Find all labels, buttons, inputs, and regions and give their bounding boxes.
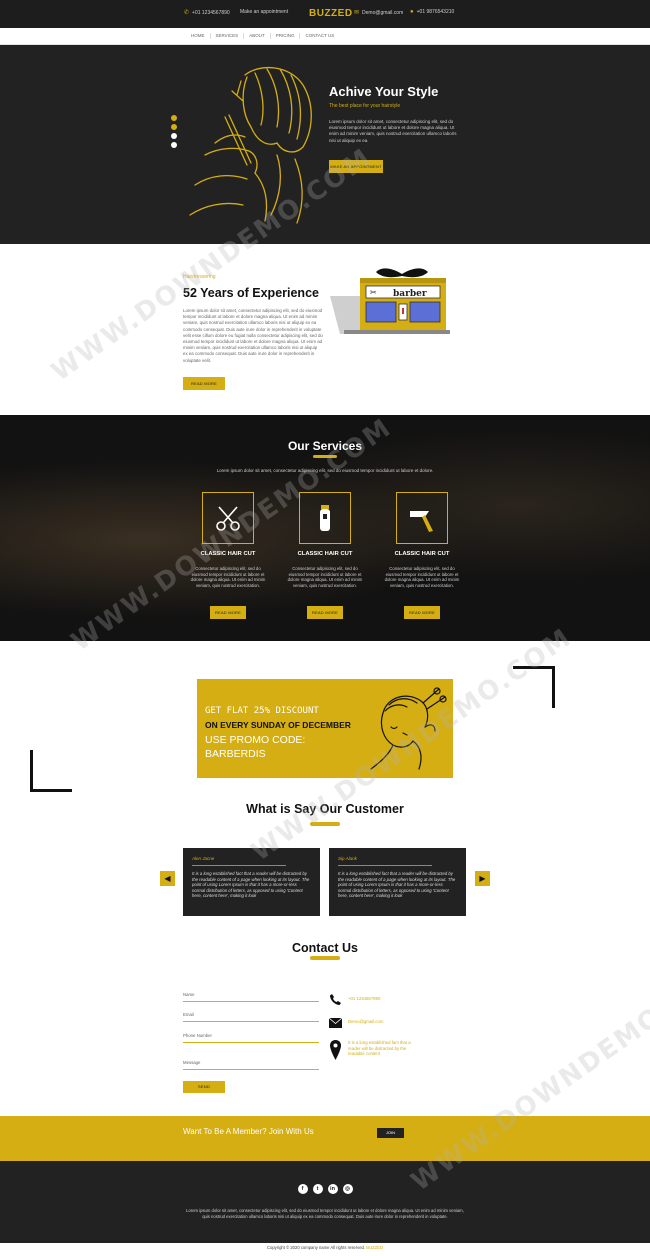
service-read-more-button[interactable]: READ MORE xyxy=(307,606,343,620)
topbar-email[interactable]: ✉ Demo@gmail.com xyxy=(354,9,403,17)
service-title: CLASSIC HAIR CUT xyxy=(394,551,450,557)
mail-icon: ✉ xyxy=(354,10,360,16)
hero-title: Achive Your Style xyxy=(329,84,439,99)
service-read-more-button[interactable]: READ MORE xyxy=(210,606,246,620)
divider xyxy=(192,865,286,866)
promo-line-3: USE PROMO CODE: xyxy=(205,734,306,746)
join-button[interactable]: JOIN xyxy=(377,1128,404,1138)
service-text: Consectetur adipiscing elit, sed do eius… xyxy=(287,566,363,588)
hero-text: Lorem ipsum dolor sit amet, consectetur … xyxy=(329,119,457,143)
topbar-phone[interactable]: ✆ +01 1234567890 xyxy=(184,9,230,17)
read-more-button[interactable]: READ MORE xyxy=(183,377,225,390)
customer-quote: It is a long established fact that a rea… xyxy=(338,871,456,899)
nav-services[interactable]: SERVICES xyxy=(211,33,245,39)
services-section: Our Services Lorem ipsum dolor sit amet,… xyxy=(0,415,650,641)
trimmer-icon xyxy=(320,505,330,531)
send-button[interactable]: Send xyxy=(183,1081,225,1093)
service-icon-box xyxy=(396,492,448,544)
copyright: Copyright © 2020 company name All rights… xyxy=(267,1245,383,1250)
experience-text: Lorem ipsum dolor sit amet, consectetur … xyxy=(183,308,323,363)
nav-home[interactable]: HOME xyxy=(186,33,211,39)
hero-subtitle: The best place for your hairstyle xyxy=(329,103,401,109)
divider xyxy=(338,865,432,866)
twitter-icon[interactable]: t xyxy=(312,1184,323,1194)
email-field[interactable]: Email xyxy=(183,1012,319,1022)
barber-shop-illustration: barber ✂ xyxy=(330,268,450,334)
slider-dots xyxy=(171,115,177,148)
promo-code: BARBERDIS xyxy=(205,748,266,760)
contact-address: It is a long established fact that a rea… xyxy=(328,1039,414,1061)
mail-icon xyxy=(328,1016,342,1030)
slider-dot[interactable] xyxy=(171,115,177,121)
corner-decoration xyxy=(30,750,72,792)
service-card: CLASSIC HAIR CUT Consectetur adipiscing … xyxy=(377,492,467,620)
facebook-icon[interactable]: f xyxy=(297,1184,308,1194)
location-pin-icon xyxy=(328,1039,342,1061)
promo-line-1: GET FLAT 25% DISCOUNT xyxy=(205,706,319,716)
phone-field[interactable]: Phone Number xyxy=(183,1033,319,1043)
hero-section: Achive Your Style The best place for you… xyxy=(0,45,650,244)
promo-line-2: ON EVERY SUNDAY OF DECEMBER xyxy=(205,720,351,730)
testimonial-card: Alen Jacne It is a long established fact… xyxy=(183,848,320,916)
contact-title: Contact Us xyxy=(292,941,358,955)
customer-quote: It is a long established fact that a rea… xyxy=(192,871,310,899)
phone-icon xyxy=(328,992,342,1006)
copyright-brand[interactable]: BUZZED xyxy=(366,1245,383,1250)
name-field[interactable]: Name xyxy=(183,992,319,1002)
service-title: CLASSIC HAIR CUT xyxy=(297,551,353,557)
contact-phone: +01 1234567890 xyxy=(328,992,414,1006)
title-underline xyxy=(310,956,340,960)
nav-pricing[interactable]: PRICING xyxy=(271,33,301,39)
razor-icon xyxy=(410,511,433,532)
phone-icon: ✆ xyxy=(184,10,190,16)
customer-name: Sip Alank xyxy=(338,856,357,861)
social-links: f t in ◎ xyxy=(0,1184,650,1194)
membership-text: Want To Be A Member? Join With Us xyxy=(183,1127,314,1136)
contact-email: Demo@gmail.com xyxy=(328,1016,414,1030)
nav-about[interactable]: ABOUT xyxy=(244,33,271,39)
next-arrow-button[interactable]: ▶ xyxy=(475,871,490,886)
brand-logo[interactable]: BUZZED xyxy=(309,8,353,19)
svg-text:✂: ✂ xyxy=(370,288,377,297)
linkedin-icon[interactable]: in xyxy=(327,1184,338,1194)
slider-dot[interactable] xyxy=(171,133,177,139)
topbar-phone-2[interactable]: ● +01 9876543210 xyxy=(410,9,454,15)
slider-dot[interactable] xyxy=(171,142,177,148)
top-bar: ✆ +01 1234567890 Make an appointment BUZ… xyxy=(0,0,650,28)
appointment-link[interactable]: Make an appointment xyxy=(240,9,288,15)
customer-name: Alen Jacne xyxy=(192,856,215,861)
footer: f t in ◎ Lorem ipsum dolor sit amet, con… xyxy=(0,1161,650,1243)
instagram-icon[interactable]: ◎ xyxy=(342,1184,353,1194)
footer-text: Lorem ipsum dolor sit amet, consectetur … xyxy=(186,1208,464,1219)
service-read-more-button[interactable]: READ MORE xyxy=(404,606,440,620)
service-text: Consectetur adipiscing elit, sed do eius… xyxy=(384,566,460,588)
message-field[interactable]: Message xyxy=(183,1060,319,1070)
nav-contact[interactable]: CONTACT US xyxy=(300,33,339,39)
slider-dot[interactable] xyxy=(171,124,177,130)
main-nav: HOME SERVICES ABOUT PRICING CONTACT US xyxy=(0,28,650,45)
location-icon: ● xyxy=(410,9,414,15)
prev-arrow-button[interactable]: ◀ xyxy=(160,871,175,886)
testimonial-card: Sip Alank It is a long established fact … xyxy=(329,848,466,916)
membership-banner: Want To Be A Member? Join With Us JOIN xyxy=(0,1116,650,1161)
barber-sign-text: barber xyxy=(393,289,427,299)
service-card: CLASSIC HAIR CUT Consectetur adipiscing … xyxy=(280,492,370,620)
